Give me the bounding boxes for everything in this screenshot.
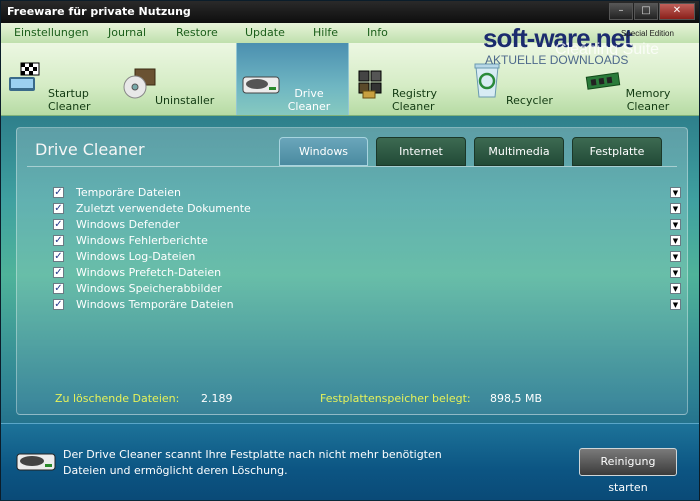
- memory-module-icon: [585, 72, 621, 90]
- item-checkbox[interactable]: ✓: [53, 203, 64, 214]
- menu-einstellungen[interactable]: Einstellungen: [14, 26, 89, 39]
- minimize-button[interactable]: –: [609, 3, 633, 20]
- item-label: Windows Fehlerberichte: [76, 234, 208, 247]
- nav-drive-cleaner[interactable]: Drive Cleaner: [236, 43, 349, 115]
- files-to-delete-value: 2.189: [201, 392, 233, 405]
- nav-label: Memory Cleaner: [625, 87, 671, 113]
- chevron-down-icon[interactable]: ▼: [670, 203, 681, 214]
- start-cleaning-button[interactable]: Reinigung starten: [579, 448, 677, 494]
- nav-startup-cleaner[interactable]: Startup Cleaner: [1, 43, 119, 115]
- menu-hilfe[interactable]: Hilfe: [313, 26, 338, 39]
- item-label: Windows Log-Dateien: [76, 250, 196, 263]
- hard-drive-icon: [16, 453, 56, 471]
- list-item: ✓ Windows Prefetch-Dateien ▼: [53, 266, 681, 281]
- files-to-delete-label: Zu löschende Dateien:: [55, 392, 180, 405]
- item-label: Temporäre Dateien: [76, 186, 181, 199]
- item-label: Windows Speicherabbilder: [76, 282, 222, 295]
- list-item: ✓ Zuletzt verwendete Dokumente ▼: [53, 202, 681, 217]
- registry-cubes-icon: [358, 70, 382, 99]
- tab-multimedia[interactable]: Multimedia: [474, 137, 564, 166]
- item-checkbox[interactable]: ✓: [53, 187, 64, 198]
- chevron-down-icon[interactable]: ▼: [670, 251, 681, 262]
- maximize-button[interactable]: □: [634, 3, 658, 20]
- list-item: ✓ Windows Log-Dateien ▼: [53, 250, 681, 265]
- module-nav: Startup Cleaner Uninstaller Drive Cleaner: [1, 43, 699, 116]
- disk-space-label: Festplattenspeicher belegt:: [320, 392, 471, 405]
- nav-label: Recycler: [506, 94, 553, 107]
- tab-windows[interactable]: Windows: [279, 137, 368, 166]
- title-divider: [27, 166, 677, 167]
- item-checkbox[interactable]: ✓: [53, 251, 64, 262]
- cd-disk-icon: [123, 68, 156, 99]
- nav-label: Drive Cleaner: [287, 87, 331, 113]
- item-label: Windows Temporäre Dateien: [76, 298, 234, 311]
- tab-internet[interactable]: Internet: [376, 137, 466, 166]
- nav-registry-cleaner[interactable]: Registry Cleaner: [349, 43, 466, 115]
- item-checkbox[interactable]: ✓: [53, 235, 64, 246]
- window-controls: – □ ✕: [608, 3, 695, 20]
- chevron-down-icon[interactable]: ▼: [670, 219, 681, 230]
- chevron-down-icon[interactable]: ▼: [670, 283, 681, 294]
- hard-drive-icon: [242, 76, 280, 94]
- nav-memory-cleaner[interactable]: Memory Cleaner: [581, 43, 699, 115]
- drive-cleaner-panel: Drive Cleaner Windows Internet Multimedi…: [16, 127, 688, 415]
- menu-update[interactable]: Update: [245, 26, 285, 39]
- module-description: Der Drive Cleaner scannt Ihre Festplatte…: [63, 448, 442, 477]
- chevron-down-icon[interactable]: ▼: [670, 299, 681, 310]
- tab-festplatte[interactable]: Festplatte: [572, 137, 662, 166]
- list-item: ✓ Windows Defender ▼: [53, 218, 681, 233]
- item-checkbox[interactable]: ✓: [53, 267, 64, 278]
- disk-space-value: 898,5 MB: [490, 392, 543, 405]
- item-label: Zuletzt verwendete Dokumente: [76, 202, 251, 215]
- close-button[interactable]: ✕: [659, 3, 695, 20]
- item-label: Windows Defender: [76, 218, 180, 231]
- title-bar: Freeware für private Nutzung – □ ✕: [1, 1, 699, 23]
- nav-label: Registry Cleaner: [392, 87, 438, 113]
- item-checkbox[interactable]: ✓: [53, 283, 64, 294]
- menu-restore[interactable]: Restore: [176, 26, 218, 39]
- item-checkbox[interactable]: ✓: [53, 219, 64, 230]
- item-label: Windows Prefetch-Dateien: [76, 266, 222, 279]
- window-title: Freeware für private Nutzung: [7, 5, 191, 18]
- chevron-down-icon[interactable]: ▼: [670, 235, 681, 246]
- nav-uninstaller[interactable]: Uninstaller: [119, 43, 236, 115]
- chevron-down-icon[interactable]: ▼: [670, 267, 681, 278]
- menu-info[interactable]: Info: [367, 26, 388, 39]
- menu-journal[interactable]: Journal: [108, 26, 146, 39]
- footer-bar: Der Drive Cleaner scannt Ihre Festplatte…: [1, 423, 699, 500]
- item-checkbox[interactable]: ✓: [53, 299, 64, 310]
- app-window: Freeware für private Nutzung – □ ✕ Einst…: [0, 0, 700, 500]
- nav-recycler[interactable]: Recycler: [466, 43, 581, 115]
- list-item: ✓ Temporäre Dateien ▼: [53, 186, 681, 201]
- list-item: ✓ Windows Fehlerberichte ▼: [53, 234, 681, 249]
- list-item: ✓ Windows Speicherabbilder ▼: [53, 282, 681, 297]
- chevron-down-icon[interactable]: ▼: [670, 187, 681, 198]
- menu-bar: Einstellungen Journal Restore Update Hil…: [1, 23, 699, 43]
- list-item: ✓ Windows Temporäre Dateien ▼: [53, 298, 681, 313]
- checkered-flag-icon: [9, 62, 40, 91]
- recycle-bin-icon: [474, 63, 500, 98]
- panel-title: Drive Cleaner: [35, 140, 145, 159]
- nav-label: Uninstaller: [155, 94, 215, 107]
- nav-label: Startup Cleaner: [48, 87, 91, 113]
